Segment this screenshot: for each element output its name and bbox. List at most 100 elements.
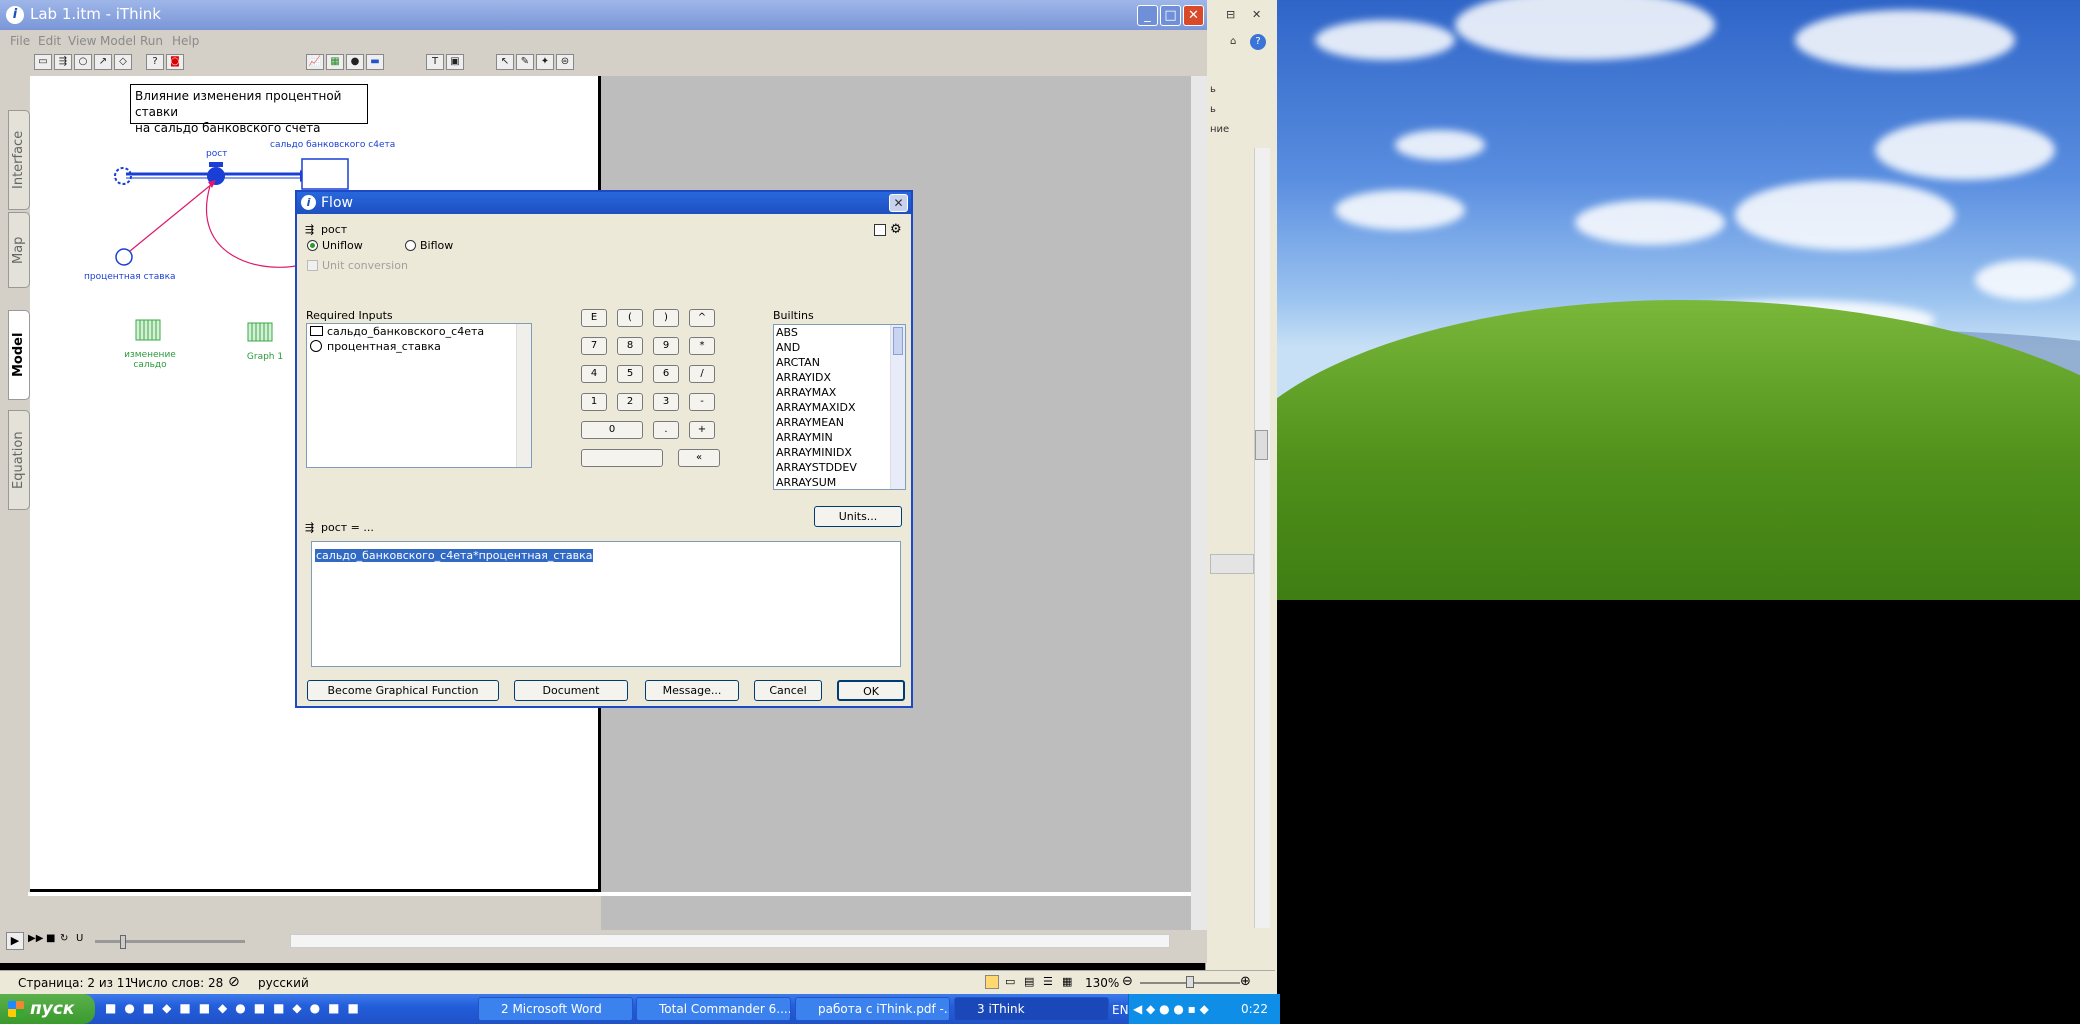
task-total-commander[interactable]: Total Commander 6.... — [636, 997, 791, 1021]
tray-icons[interactable]: ◀ ◆ ● ● ▪ ◆ — [1133, 1002, 1209, 1016]
maximize-button[interactable]: □ — [1160, 5, 1181, 26]
key-5[interactable]: 5 — [617, 365, 643, 383]
restore-run-icon[interactable]: ↻ — [60, 933, 68, 944]
builtin-item[interactable]: ARRAYMAX — [774, 385, 905, 400]
equation-text[interactable]: сальдо_банковского_с4ета*процентная_став… — [315, 549, 594, 562]
dialog-title-bar[interactable]: i Flow ✕ — [297, 192, 911, 214]
table-label[interactable]: изменение сальдо — [120, 350, 180, 370]
sound-icon[interactable]: U — [76, 933, 83, 944]
lang-indicator[interactable]: EN — [1112, 1003, 1129, 1017]
tab-map[interactable]: Map — [8, 212, 30, 288]
web-layout-icon[interactable]: ▤ — [1024, 975, 1034, 988]
builtin-item[interactable]: ARRAYMIN — [774, 430, 905, 445]
converter-tool-icon[interactable]: ○ — [74, 54, 92, 70]
key-divide[interactable]: / — [689, 365, 715, 383]
step-icon[interactable]: ▶▶ — [28, 933, 43, 944]
uniflow-radio[interactable] — [307, 240, 318, 251]
stop-tool-icon[interactable]: ◙ — [166, 54, 184, 70]
key-1[interactable]: 1 — [581, 393, 607, 411]
key-blank[interactable] — [581, 449, 663, 467]
speed-slider-thumb[interactable] — [120, 935, 126, 949]
builtin-item[interactable]: ARRAYIDX — [774, 370, 905, 385]
menu-help[interactable]: Help — [172, 34, 199, 48]
help-icon[interactable]: ? — [1250, 34, 1266, 50]
button-tool-icon[interactable]: ▬ — [366, 54, 384, 70]
builtin-item[interactable]: ARRAYMINIDX — [774, 445, 905, 460]
key-backspace[interactable]: « — [678, 449, 720, 467]
key-6[interactable]: 6 — [653, 365, 679, 383]
input-converter[interactable]: процентная_ставка — [307, 339, 531, 354]
builtin-item[interactable]: ARRAYMEAN — [774, 415, 905, 430]
tab-equation[interactable]: Equation — [8, 410, 30, 510]
zoom-out-icon[interactable]: ⊖ — [1122, 974, 1133, 989]
pointer-tool-icon[interactable]: ↖ — [496, 54, 514, 70]
units-button[interactable]: Units... — [814, 506, 902, 527]
required-inputs-list[interactable]: сальдо_банковского_с4ета процентная_став… — [306, 323, 532, 468]
builtins-list[interactable]: ABS AND ARCTAN ARRAYIDX ARRAYMAX ARRAYMA… — [773, 324, 906, 490]
flow-label[interactable]: рост — [206, 149, 227, 159]
key-4[interactable]: 4 — [581, 365, 607, 383]
equation-editor[interactable]: сальдо_банковского_с4ета*процентная_став… — [311, 541, 901, 667]
flow-tool-icon[interactable]: ⇶ — [54, 54, 72, 70]
menu-file[interactable]: File — [10, 34, 30, 48]
key-plus[interactable]: + — [689, 421, 715, 439]
cancel-button[interactable]: Cancel — [754, 680, 822, 701]
builtin-item[interactable]: ARCTAN — [774, 355, 905, 370]
stock-label[interactable]: сальдо банковского с4ета — [270, 140, 395, 150]
text-tool-icon[interactable]: T — [426, 54, 444, 70]
paint-tool-icon[interactable]: ✎ — [516, 54, 534, 70]
key-e[interactable]: E — [581, 309, 607, 327]
picture-tool-icon[interactable]: ▣ — [446, 54, 464, 70]
key-multiply[interactable]: * — [689, 337, 715, 355]
tab-model[interactable]: Model — [8, 310, 30, 400]
title-bar[interactable]: i Lab 1.itm - iThink _ □ ✕ — [0, 0, 1207, 30]
task-ithink[interactable]: 3 iThink — [954, 997, 1109, 1021]
ghost-tool-icon[interactable]: ⊜ — [556, 54, 574, 70]
key-caret[interactable]: ^ — [689, 309, 715, 327]
builtin-item[interactable]: ARRAYSTDDEV — [774, 460, 905, 475]
draft-icon[interactable]: ▦ — [1062, 975, 1072, 988]
converter-label[interactable]: процентная ставка — [84, 272, 176, 282]
word-hscroll[interactable] — [1210, 554, 1254, 574]
key-2[interactable]: 2 — [617, 393, 643, 411]
document-button[interactable]: Document — [514, 680, 628, 701]
builtin-item[interactable]: ABS — [774, 325, 905, 340]
menu-model[interactable]: Model — [100, 34, 136, 48]
builtin-item[interactable]: ARRAYMAXIDX — [774, 400, 905, 415]
ghost-icon[interactable]: ⚙ — [890, 222, 902, 237]
key-open-paren[interactable]: ( — [617, 309, 643, 327]
numeric-display-icon[interactable]: ● — [346, 54, 364, 70]
key-0[interactable]: 0 — [581, 421, 643, 439]
unit-conversion-checkbox[interactable] — [307, 260, 318, 271]
menu-run[interactable]: Run — [140, 34, 163, 48]
dynamite-tool-icon[interactable]: ✦ — [536, 54, 554, 70]
speed-slider[interactable] — [95, 940, 245, 943]
play-icon[interactable]: ▶ — [6, 932, 24, 950]
decision-tool-icon[interactable]: ◇ — [114, 54, 132, 70]
key-3[interactable]: 3 — [653, 393, 679, 411]
zoom-in-icon[interactable]: ⊕ — [1240, 974, 1251, 989]
tab-interface[interactable]: Interface — [8, 110, 30, 210]
input-stock[interactable]: сальдо_банковского_с4ета — [307, 324, 531, 339]
builtin-item[interactable]: AND — [774, 340, 905, 355]
outline-icon[interactable]: ☰ — [1043, 975, 1053, 988]
reading-layout-icon[interactable]: ▭ — [1005, 975, 1015, 988]
key-close-paren[interactable]: ) — [653, 309, 679, 327]
print-layout-icon[interactable] — [985, 975, 999, 989]
ribbon-icon[interactable]: ⌂ — [1230, 36, 1236, 47]
builtins-scrollbar[interactable] — [890, 325, 905, 489]
proofing-icon[interactable]: ⊘ — [228, 974, 240, 990]
canvas-hscroll[interactable] — [290, 934, 1170, 948]
stop-icon[interactable]: ■ — [46, 933, 55, 944]
table-tool-icon[interactable]: ▦ — [326, 54, 344, 70]
task-pdf[interactable]: работа с iThink.pdf -... — [795, 997, 950, 1021]
inputs-scrollbar[interactable] — [516, 324, 531, 467]
task-word[interactable]: 2 Microsoft Word — [478, 997, 633, 1021]
restore-icon[interactable]: ⊟ — [1226, 8, 1235, 21]
key-9[interactable]: 9 — [653, 337, 679, 355]
connector-tool-icon[interactable]: ↗ — [94, 54, 112, 70]
stock-tool-icon[interactable]: ▭ — [34, 54, 52, 70]
message-button[interactable]: Message... — [645, 680, 739, 701]
key-8[interactable]: 8 — [617, 337, 643, 355]
become-graphical-button[interactable]: Become Graphical Function — [307, 680, 499, 701]
